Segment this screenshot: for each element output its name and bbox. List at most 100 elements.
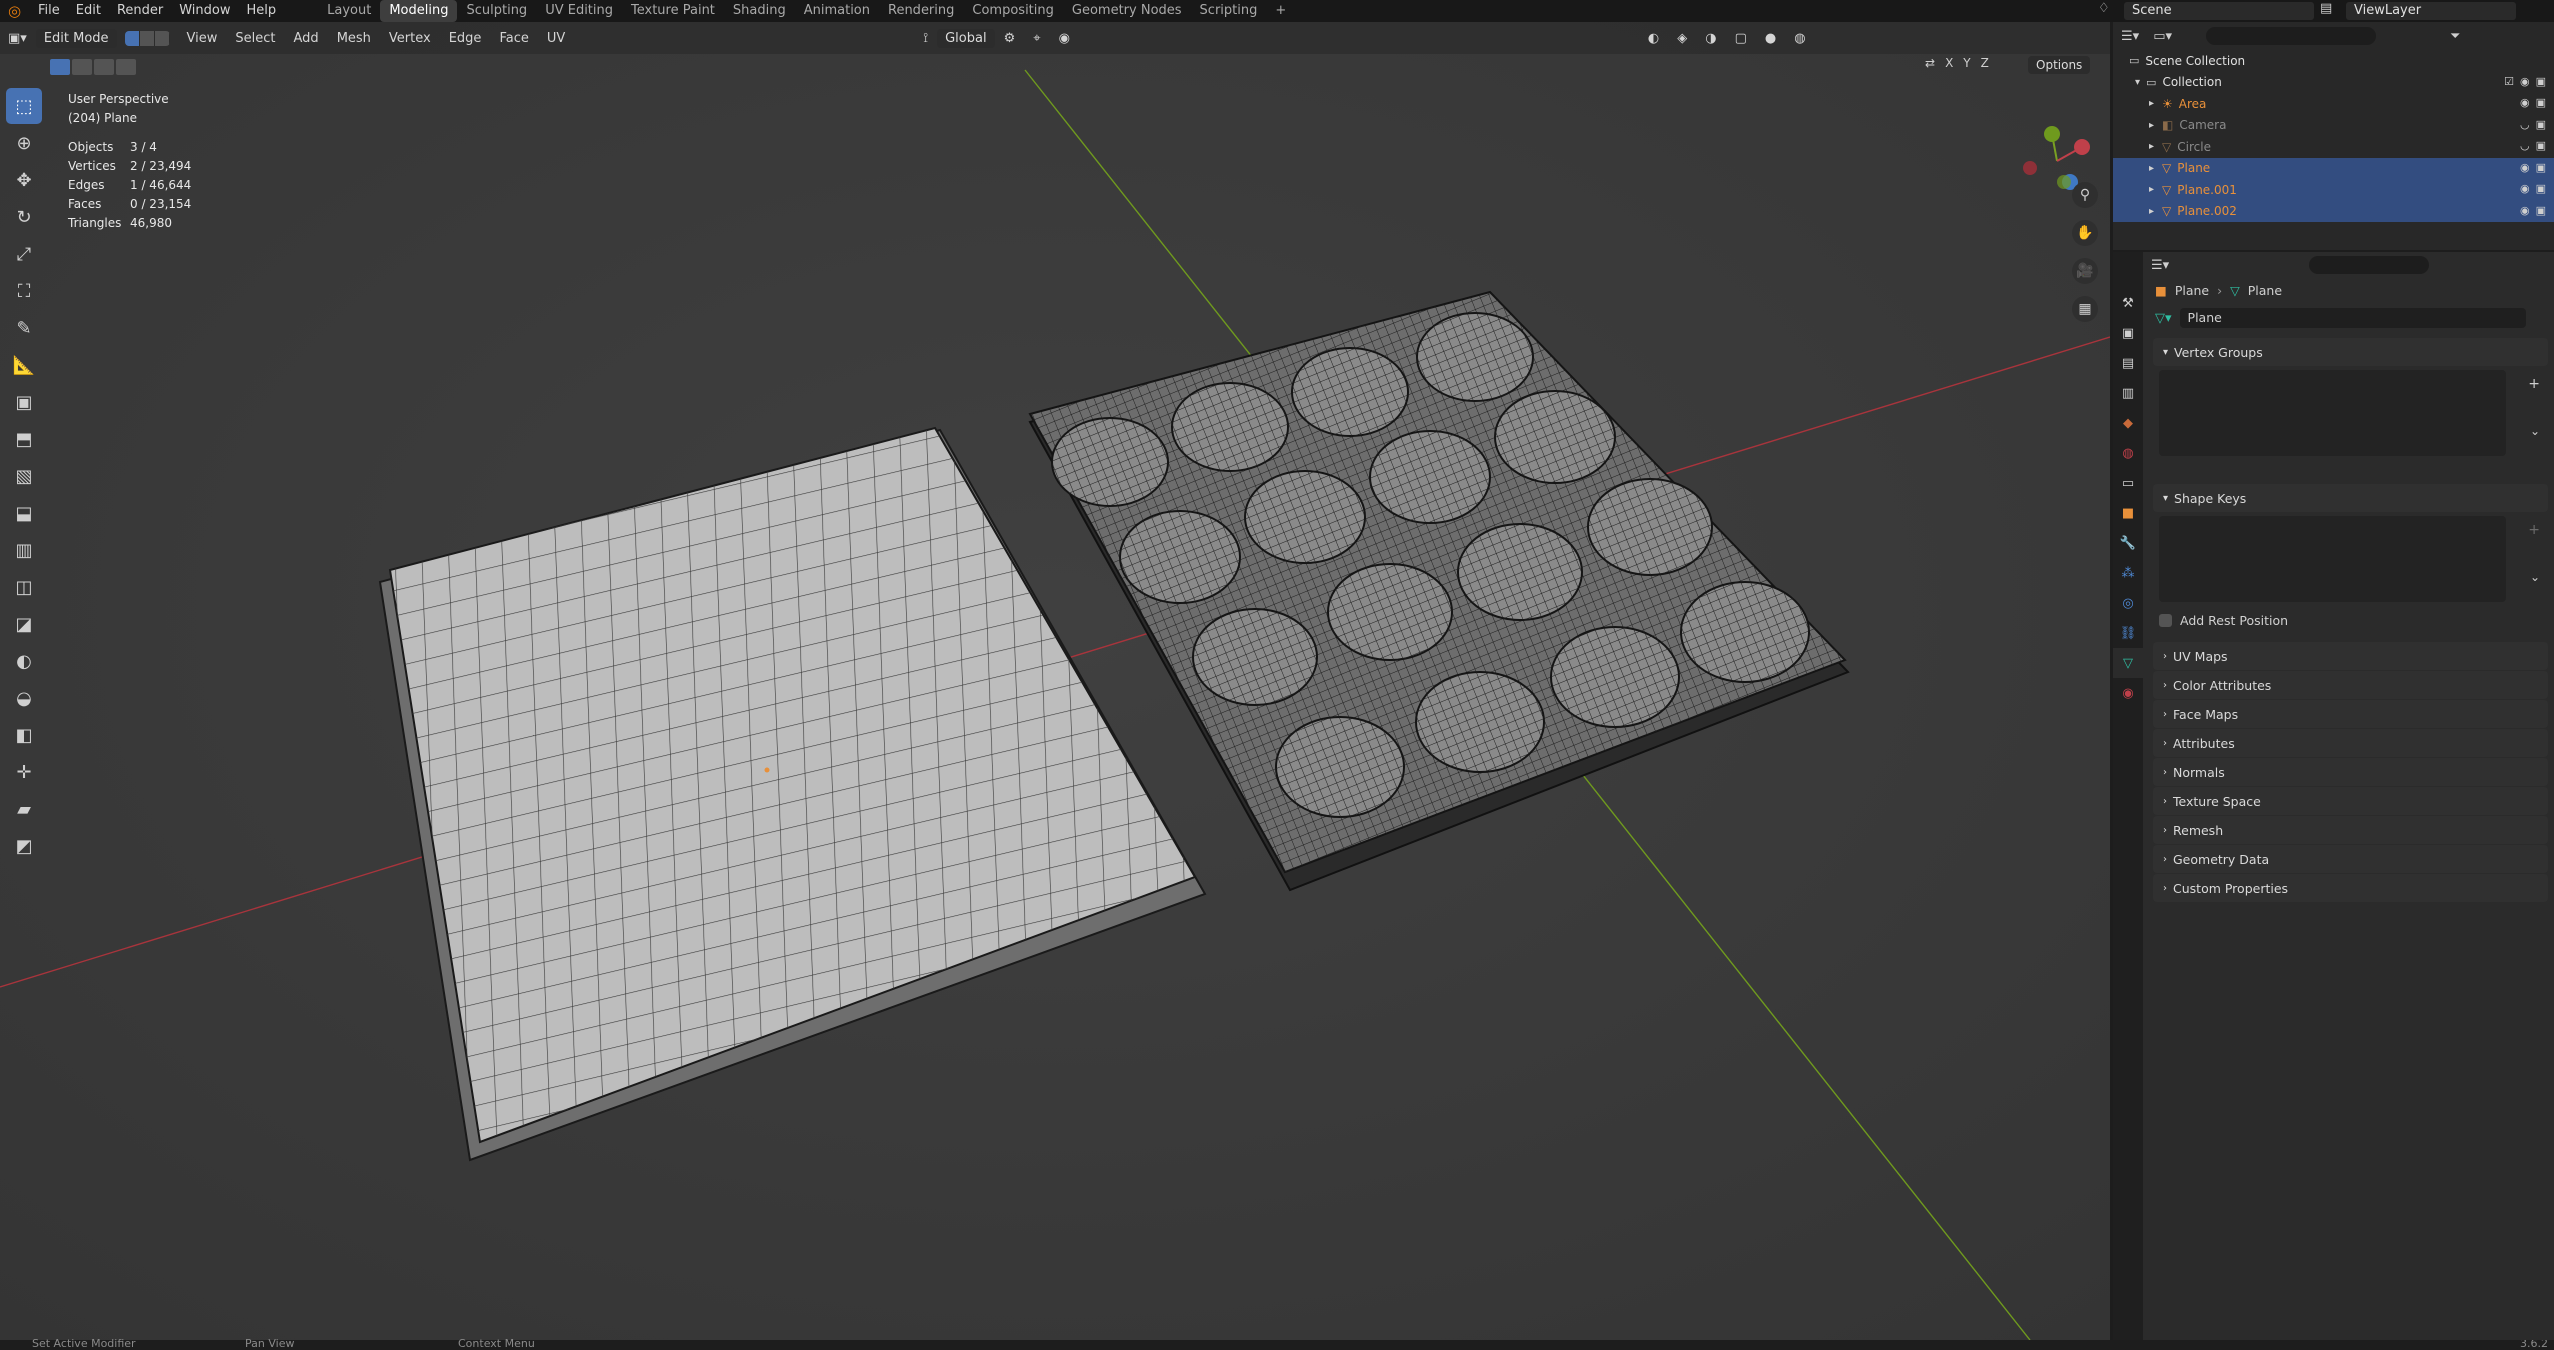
menu-vertex[interactable]: Vertex: [380, 31, 440, 46]
menu-add[interactable]: Add: [285, 31, 328, 46]
menu-mesh[interactable]: Mesh: [328, 31, 380, 46]
tab-layout[interactable]: Layout: [318, 0, 380, 22]
render-camera-icon[interactable]: ▣: [2536, 182, 2546, 195]
outliner-item-area[interactable]: ▸ ☀ Area ◉ ▣: [2113, 93, 2554, 115]
shrink-fatten-icon[interactable]: ✛: [6, 754, 42, 790]
scene-tab-icon[interactable]: ◆: [2113, 408, 2143, 438]
orientation-dropdown[interactable]: Global: [937, 28, 995, 48]
menu-edit[interactable]: Edit: [68, 0, 109, 22]
checkbox[interactable]: [2159, 613, 2172, 627]
properties-search-input[interactable]: [2309, 256, 2430, 274]
face-select-icon[interactable]: [154, 30, 170, 46]
eye-hidden-icon[interactable]: ◡: [2520, 118, 2530, 131]
blender-logo-icon[interactable]: ◎: [8, 3, 24, 19]
menu-view[interactable]: View: [178, 31, 227, 46]
proportional-edit-icon[interactable]: ◉: [1050, 31, 1079, 46]
shading-material-icon[interactable]: ◍: [1785, 31, 1814, 46]
menu-select[interactable]: Select: [226, 31, 284, 46]
object-tab-icon[interactable]: ■: [2113, 498, 2143, 528]
panel-geometry-data[interactable]: › Geometry Data: [2153, 845, 2548, 873]
add-icon[interactable]: +: [2528, 376, 2540, 392]
axis-x-toggle[interactable]: X: [1945, 56, 1953, 70]
editor-type-icon[interactable]: ☰▾: [2121, 29, 2139, 44]
panel-attributes[interactable]: › Attributes: [2153, 729, 2548, 757]
menu-render[interactable]: Render: [109, 0, 171, 22]
menu-window[interactable]: Window: [171, 0, 238, 22]
add-icon[interactable]: +: [2528, 522, 2540, 538]
select-subtract-icon[interactable]: [94, 59, 114, 75]
loop-cut-icon[interactable]: ▥: [6, 532, 42, 568]
outliner-item-plane-001[interactable]: ▸ ▽ Plane.001 ◉ ▣: [2113, 179, 2554, 201]
expand-arrow-icon[interactable]: ▸: [2149, 184, 2154, 195]
select-new-icon[interactable]: [50, 59, 70, 75]
shape-keys-panel-header[interactable]: ▾ Shape Keys: [2153, 484, 2548, 512]
render-camera-icon[interactable]: ▣: [2536, 139, 2546, 152]
rip-region-icon[interactable]: ◩: [6, 828, 42, 864]
collection-row[interactable]: ▾ ▭ Collection ☑ ◉ ▣: [2113, 72, 2554, 94]
gizmo-negz-handle[interactable]: [2057, 175, 2071, 189]
expand-arrow-icon[interactable]: ▸: [2149, 98, 2154, 109]
inset-icon[interactable]: ▧: [6, 458, 42, 494]
ortho-grid-icon[interactable]: ▦: [2072, 296, 2098, 322]
editor-type-icon[interactable]: ▣▾: [0, 31, 36, 46]
pivot-icon[interactable]: ⚙: [995, 31, 1025, 46]
camera-view-icon[interactable]: 🎥: [2072, 258, 2098, 284]
outliner-item-camera[interactable]: ▸ ◧ Camera ◡ ▣: [2113, 115, 2554, 137]
add-rest-position-row[interactable]: Add Rest Position: [2143, 606, 2554, 634]
menu-face[interactable]: Face: [490, 31, 537, 46]
world-tab-icon[interactable]: ◍: [2113, 438, 2143, 468]
specials-chevron-icon[interactable]: ⌄: [2530, 570, 2540, 584]
annotate-icon[interactable]: ✎: [6, 310, 42, 346]
vertex-groups-panel-header[interactable]: ▾ Vertex Groups: [2153, 338, 2548, 366]
scene-collection-row[interactable]: ▭ Scene Collection: [2113, 50, 2554, 72]
particles-tab-icon[interactable]: ⁂: [2113, 558, 2143, 588]
view-layer-selector[interactable]: ViewLayer: [2346, 2, 2516, 20]
material-tab-icon[interactable]: ◉: [2113, 678, 2143, 708]
extrude-icon[interactable]: ⬒: [6, 421, 42, 457]
expand-arrow-icon[interactable]: ▸: [2149, 141, 2154, 152]
gizmo-z-handle[interactable]: [2044, 126, 2060, 142]
eye-icon[interactable]: ◉: [2520, 204, 2530, 217]
checkbox-icon[interactable]: ☑: [2504, 75, 2514, 88]
smooth-icon[interactable]: ◒: [6, 680, 42, 716]
eye-icon[interactable]: ◉: [2520, 182, 2530, 195]
eye-icon[interactable]: ◉: [2520, 161, 2530, 174]
select-extend-icon[interactable]: [72, 59, 92, 75]
filter-icon[interactable]: ⏷: [2450, 29, 2460, 44]
panel-uv-maps[interactable]: › UV Maps: [2153, 642, 2548, 670]
spin-icon[interactable]: ◐: [6, 643, 42, 679]
vertex-select-icon[interactable]: [124, 30, 140, 46]
move-icon[interactable]: ✥: [6, 162, 42, 198]
xray-icon[interactable]: ▢: [1726, 31, 1756, 46]
knife-icon[interactable]: ◫: [6, 569, 42, 605]
output-tab-icon[interactable]: ▤: [2113, 348, 2143, 378]
tab-rendering[interactable]: Rendering: [879, 0, 963, 22]
tab-scripting[interactable]: Scripting: [1191, 0, 1267, 22]
axis-z-toggle[interactable]: Z: [1981, 56, 1989, 70]
expand-arrow-icon[interactable]: ▸: [2149, 206, 2154, 217]
tab-texture-paint[interactable]: Texture Paint: [622, 0, 724, 22]
outliner-item-plane[interactable]: ▸ ▽ Plane ◉ ▣: [2113, 157, 2554, 179]
shear-icon[interactable]: ▰: [6, 791, 42, 827]
display-mode-icon[interactable]: ▭▾: [2153, 29, 2172, 44]
tab-modeling[interactable]: Modeling: [380, 0, 458, 22]
mesh-name-field[interactable]: Plane: [2179, 308, 2526, 328]
bevel-icon[interactable]: ⬓: [6, 495, 42, 531]
eye-icon[interactable]: ◉: [2520, 96, 2530, 109]
outliner-item-plane-002[interactable]: ▸ ▽ Plane.002 ◉ ▣: [2113, 200, 2554, 222]
cursor-icon[interactable]: ⊕: [6, 125, 42, 161]
visibility-icon[interactable]: ◐: [1639, 31, 1668, 46]
render-camera-icon[interactable]: ▣: [2536, 204, 2546, 217]
panel-texture-space[interactable]: › Texture Space: [2153, 787, 2548, 815]
measure-icon[interactable]: 📐: [6, 347, 42, 383]
transform-icon[interactable]: ⛶: [6, 273, 42, 309]
axis-y-toggle[interactable]: Y: [1963, 56, 1970, 70]
render-camera-icon[interactable]: ▣: [2536, 96, 2546, 109]
expand-arrow-icon[interactable]: ▸: [2149, 163, 2154, 174]
panel-custom-properties[interactable]: › Custom Properties: [2153, 874, 2548, 902]
select-box-icon[interactable]: ⬚: [6, 88, 42, 124]
eye-hidden-icon[interactable]: ◡: [2520, 139, 2530, 152]
panel-color-attributes[interactable]: › Color Attributes: [2153, 671, 2548, 699]
options-dropdown[interactable]: Options: [2028, 56, 2091, 74]
expand-arrow-icon[interactable]: ▸: [2149, 120, 2154, 131]
